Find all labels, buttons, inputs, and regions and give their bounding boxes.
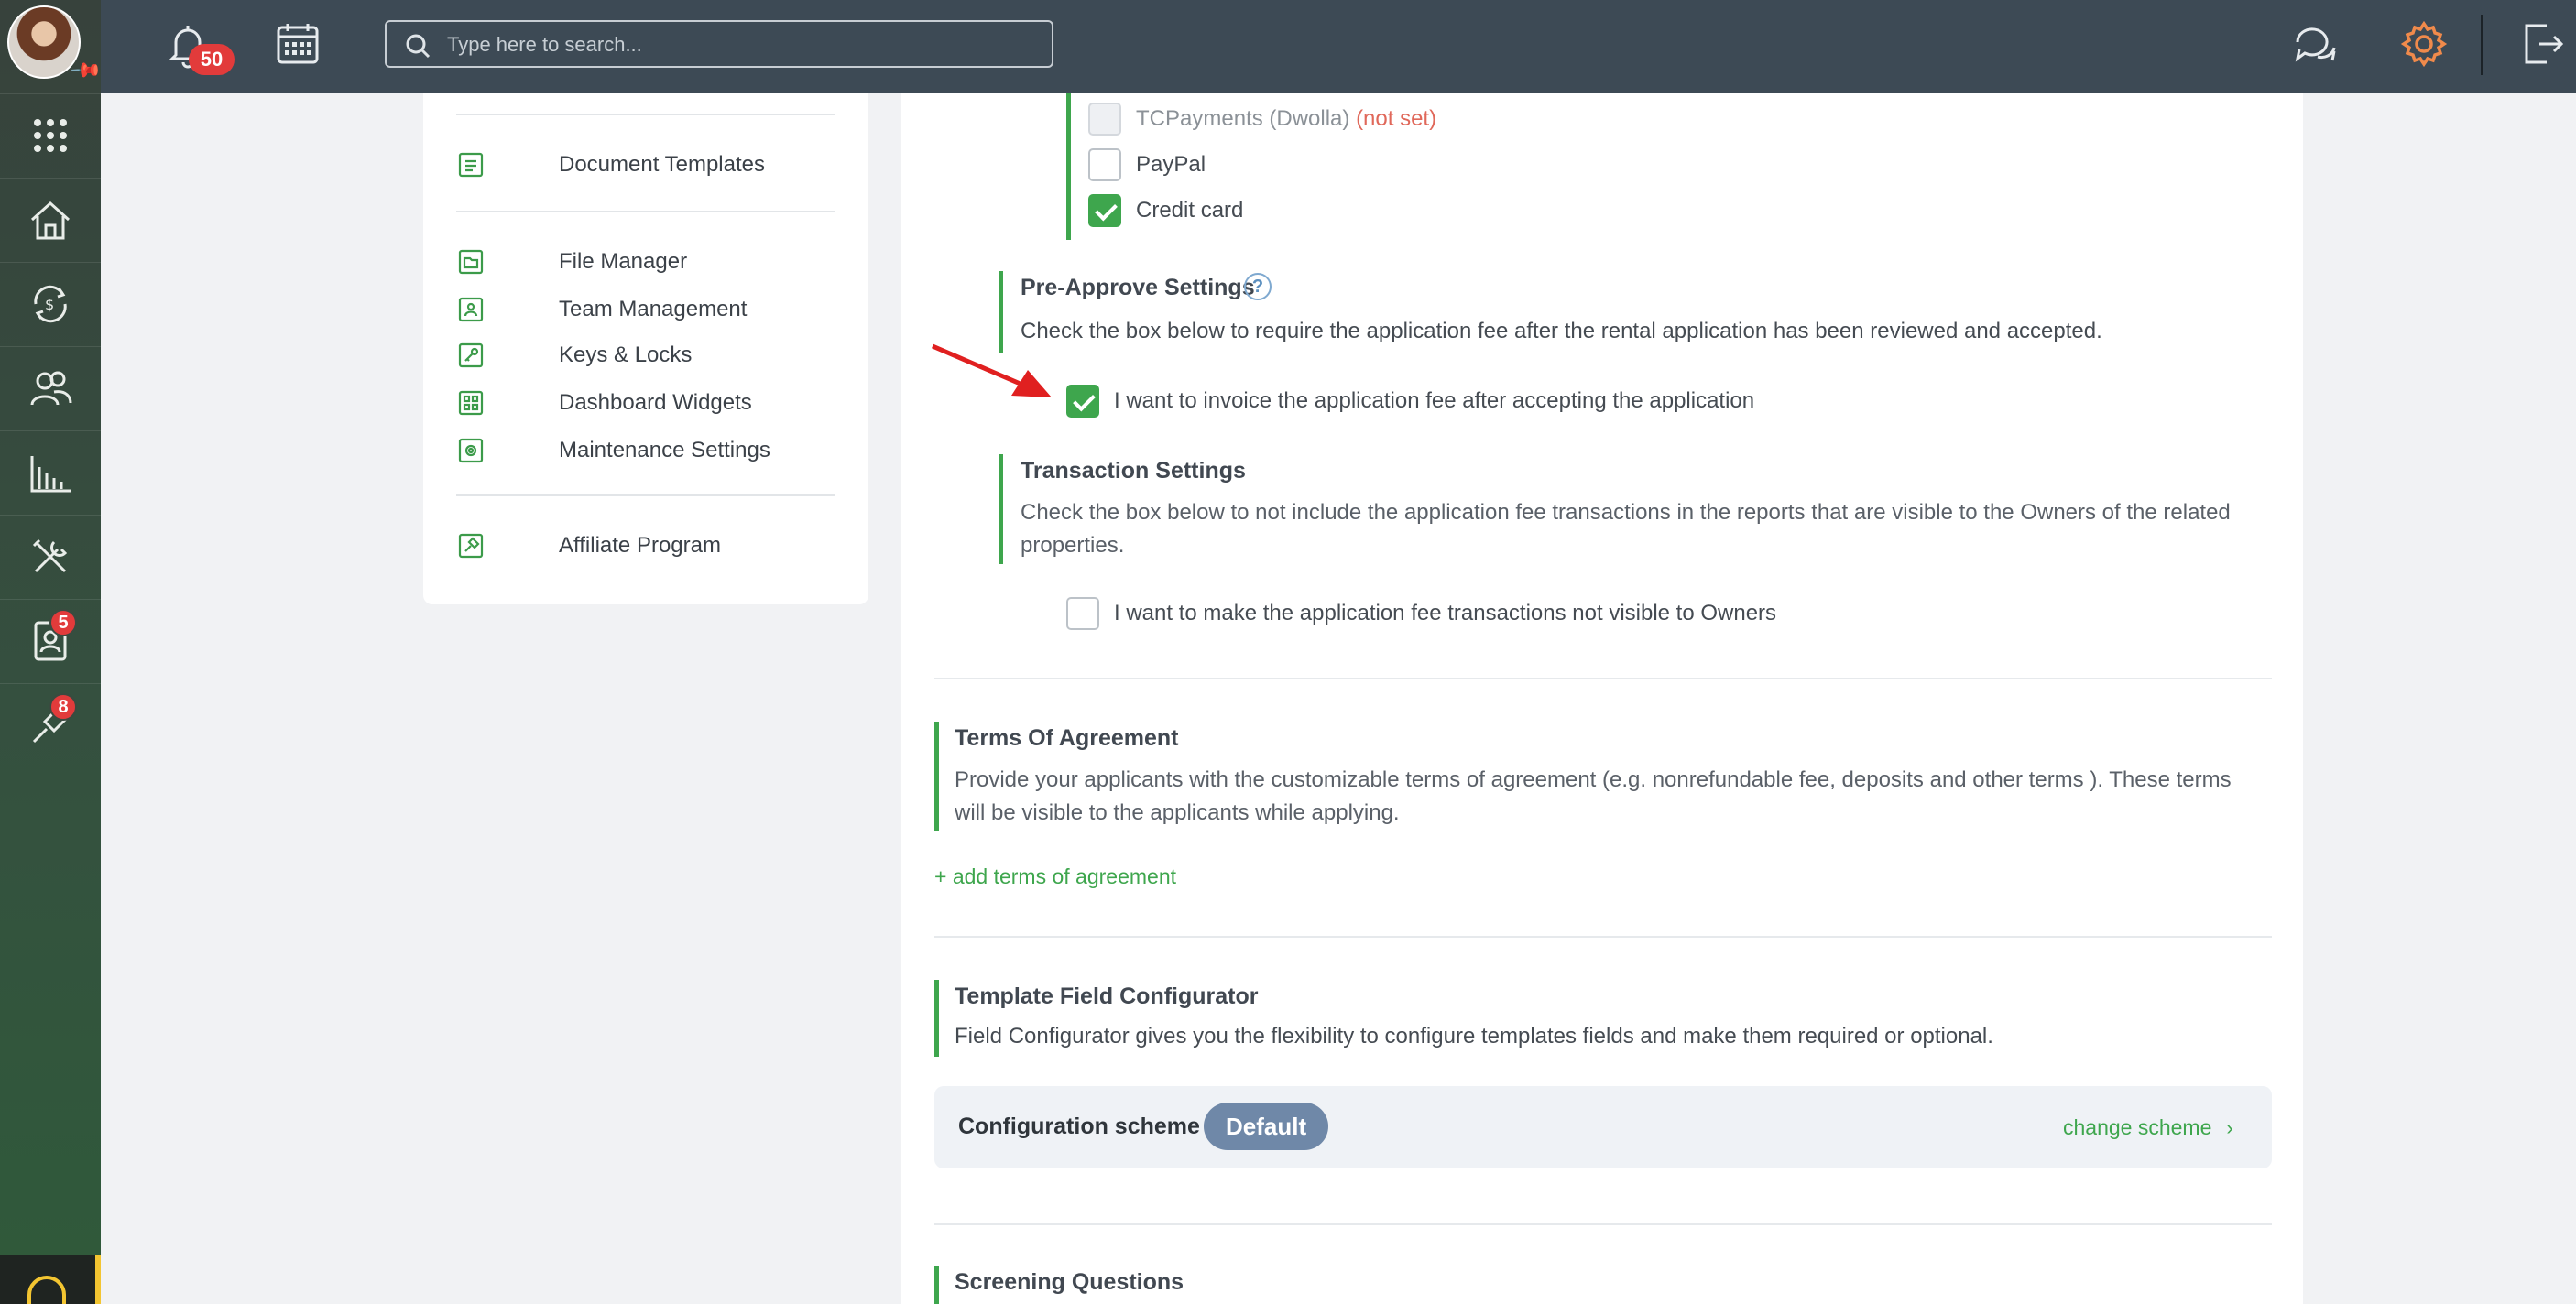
menu-item-label: Team Management <box>559 297 748 321</box>
menu-item-affiliate-program[interactable]: Affiliate Program <box>456 527 841 564</box>
maintenance-gear-icon <box>458 438 484 463</box>
section-accent-bar <box>1066 93 1071 240</box>
reports-chart-icon[interactable] <box>0 430 101 513</box>
left-sidebar: 📌 $ 5 8 <box>0 0 104 1304</box>
hide-from-owners-checkbox[interactable] <box>1066 597 1099 630</box>
paypal-checkbox[interactable] <box>1088 148 1121 181</box>
pre-approve-title: Pre-Approve Settings <box>1021 275 1255 300</box>
template-config-description: Field Configurator gives you the flexibi… <box>955 1024 1993 1049</box>
section-accent-bar <box>934 980 939 1057</box>
scheme-value-badge: Default <box>1204 1103 1329 1150</box>
red-arrow-annotation <box>932 343 1052 397</box>
section-divider <box>934 936 2272 938</box>
credit-card-checkbox[interactable] <box>1088 194 1121 227</box>
invoice-after-accept-label: I want to invoice the application fee af… <box>1114 388 1755 413</box>
configuration-scheme-row: Configuration scheme Default change sche… <box>934 1086 2272 1168</box>
menu-item-label: Keys & Locks <box>559 342 693 367</box>
terms-title: Terms Of Agreement <box>955 725 1179 751</box>
apps-grid-icon[interactable] <box>0 93 101 176</box>
menu-item-file-manager[interactable]: File Manager <box>456 244 841 280</box>
maintenance-tools-icon[interactable] <box>0 515 101 597</box>
logout-icon[interactable] <box>2519 20 2565 72</box>
team-icon <box>458 297 484 322</box>
menu-divider <box>456 114 835 115</box>
search-input[interactable] <box>447 29 1033 60</box>
menu-divider <box>456 211 835 212</box>
settings-menu: Document Templates File Manager Team Man… <box>423 93 868 604</box>
menu-item-label: Affiliate Program <box>559 533 721 558</box>
global-search[interactable] <box>385 20 1053 68</box>
tcpayments-status: (not set) <box>1356 106 1437 131</box>
transaction-settings-description: Check the box below to not include the a… <box>1021 500 2231 558</box>
calendar-icon[interactable] <box>275 20 321 71</box>
tcpayments-checkbox <box>1088 103 1121 136</box>
folder-icon <box>458 249 484 275</box>
screening-questions-title: Screening Questions <box>955 1269 1184 1295</box>
applicants-icon[interactable]: 5 <box>0 599 101 681</box>
settings-gear-icon[interactable] <box>2400 20 2448 72</box>
support-headset-icon[interactable] <box>0 1255 101 1304</box>
menu-item-label: File Manager <box>559 249 688 274</box>
section-accent-bar <box>999 454 1003 564</box>
menu-item-label: Maintenance Settings <box>559 438 770 462</box>
menu-item-keys-locks[interactable]: Keys & Locks <box>456 337 841 374</box>
properties-house-icon[interactable] <box>0 178 101 260</box>
change-scheme-link[interactable]: change scheme › <box>2063 1115 2233 1140</box>
widgets-icon <box>458 390 484 416</box>
key-icon <box>458 342 484 368</box>
section-accent-bar <box>934 1266 939 1304</box>
accounting-cycle-icon[interactable]: $ <box>0 262 101 344</box>
affiliate-link-icon[interactable]: 8 <box>0 683 101 766</box>
notifications-count-badge: 50 <box>189 44 235 75</box>
pre-approve-description: Check the box below to require the appli… <box>1021 319 2102 343</box>
people-icon[interactable] <box>0 346 101 429</box>
menu-item-team-management[interactable]: Team Management <box>456 291 841 328</box>
add-terms-link[interactable]: + add terms of agreement <box>934 864 1176 889</box>
section-accent-bar <box>934 722 939 831</box>
search-icon <box>406 34 431 59</box>
section-divider <box>934 1223 2272 1225</box>
affiliate-icon <box>458 533 484 559</box>
template-config-title: Template Field Configurator <box>955 983 1259 1009</box>
hide-from-owners-label: I want to make the application fee trans… <box>1114 601 1777 625</box>
invoice-after-accept-checkbox[interactable] <box>1066 385 1099 418</box>
menu-divider <box>456 494 835 496</box>
menu-item-document-templates[interactable]: Document Templates <box>456 147 841 183</box>
applicants-badge: 5 <box>49 609 77 636</box>
chevron-right-icon: › <box>2226 1116 2233 1139</box>
transaction-settings-title: Transaction Settings <box>1021 458 1246 484</box>
menu-item-dashboard-widgets[interactable]: Dashboard Widgets <box>456 385 841 421</box>
section-divider <box>934 678 2272 679</box>
pre-approve-help-icon[interactable]: ? <box>1244 273 1272 300</box>
affiliate-badge: 8 <box>49 693 77 721</box>
menu-item-maintenance-settings[interactable]: Maintenance Settings <box>456 432 841 469</box>
svg-text:$: $ <box>45 296 54 313</box>
document-icon <box>458 152 484 178</box>
tcpayments-label: TCPayments (Dwolla) (not set) <box>1136 106 1437 131</box>
menu-item-label: Dashboard Widgets <box>559 390 752 415</box>
topbar-divider <box>2481 15 2483 75</box>
terms-description: Provide your applicants with the customi… <box>955 767 2232 825</box>
top-bar: 50 <box>101 0 2576 93</box>
menu-item-label: Document Templates <box>559 152 765 177</box>
credit-card-label: Credit card <box>1136 198 1244 223</box>
paypal-label: PayPal <box>1136 152 1206 177</box>
configuration-scheme-label: Configuration scheme <box>958 1114 1200 1139</box>
application-settings-panel: TCPayments (Dwolla) (not set) PayPal Cre… <box>901 93 2303 1304</box>
chat-bubbles-icon[interactable] <box>2290 20 2340 74</box>
